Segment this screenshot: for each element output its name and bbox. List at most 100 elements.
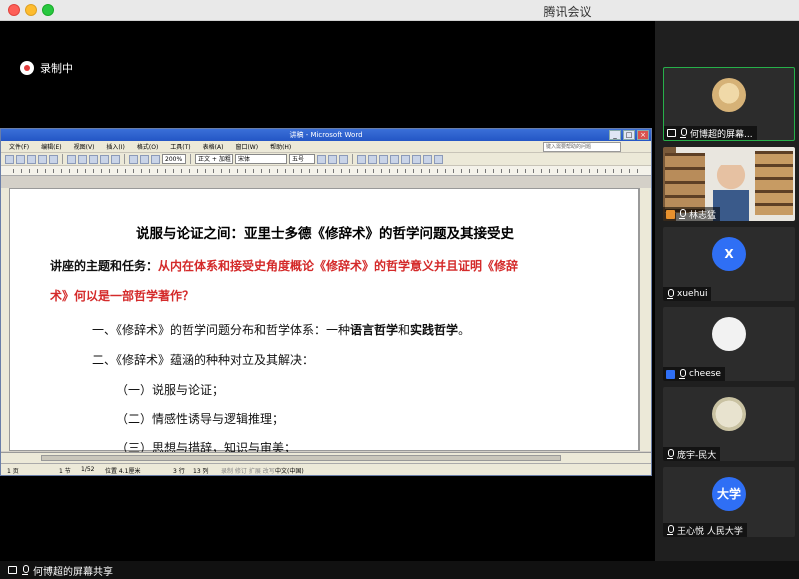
cartoon-avatar [712,317,746,351]
zoom-select[interactable]: 200% [162,154,186,164]
font-color-icon[interactable] [434,154,443,164]
numbering-icon[interactable] [401,154,410,164]
table-icon[interactable] [129,154,138,164]
bookshelf [755,151,793,215]
bold-icon[interactable] [317,154,326,164]
ruler[interactable] [1,166,651,176]
bullets-icon[interactable] [412,154,421,164]
theme-text-1: 从内在体系和接受史角度概论《修辞术》的哲学意义并且证明《修辞 [158,259,519,273]
participant-tile[interactable]: 庞宇-民大 [663,387,795,461]
toolbar-divider [62,154,63,164]
horizontal-scrollbar[interactable] [1,452,651,463]
tree-avatar [712,397,746,431]
theme-line-1: 讲座的主题和任务：从内在体系和接受史角度概论《修辞术》的哲学意义并且证明《修辞 [50,257,518,274]
word-status-bar: 1 页 1 节 1/52 位置 4.1厘米 3 行 13 列 录制 修订 扩展 … [1,463,651,475]
status-page: 1 页 [7,468,19,475]
justify-icon[interactable] [390,154,399,164]
align-center-icon[interactable] [368,154,377,164]
participant-tile[interactable]: 林志猛 [663,147,795,221]
screen-share-icon [8,566,17,574]
menu-file[interactable]: 文件(F) [9,142,29,151]
participant-name: cheese [689,369,721,379]
align-right-icon[interactable] [379,154,388,164]
cut-icon[interactable] [67,154,76,164]
screen-share-icon [667,129,676,137]
sub-item-2: （二）情感性诱导与逻辑推理； [116,412,285,426]
screen-share-bar[interactable]: 何博超的屏幕共享 [0,561,799,579]
toolbar-divider [190,154,191,164]
participant-tile[interactable]: 何博超的屏幕... [663,67,795,141]
status-modes: 录制 修订 扩展 改写 [221,468,275,475]
vertical-scrollbar[interactable] [639,188,651,451]
participant-name: xuehui [677,289,708,299]
word-minimize-button[interactable]: _ [609,130,621,140]
outline-item-1: 一、《修辞术》的哲学问题分布和哲学体系：一种语言哲学和实践哲学。 [92,321,470,338]
participant-tile[interactable]: 大学 王心悦 人民大学 [663,467,795,537]
microphone-icon [666,289,674,299]
microphone-icon [666,525,674,535]
menu-table[interactable]: 表格(A) [203,142,224,151]
menu-window[interactable]: 窗口(W) [235,142,258,151]
open-icon[interactable] [16,154,25,164]
participant-tile[interactable]: X xuehui [663,227,795,301]
italic-icon[interactable] [328,154,337,164]
participant-nameplate: cheese [663,367,725,381]
align-left-icon[interactable] [357,154,366,164]
participant-tile[interactable]: cheese [663,307,795,381]
word-close-button[interactable]: × [637,130,649,140]
word-menu-bar: 文件(F) 编辑(E) 视图(V) 插入(I) 格式(O) 工具(T) 表格(A… [1,141,651,153]
status-language: 中文(中国) [275,468,304,475]
record-icon [20,61,34,75]
underline-icon[interactable] [339,154,348,164]
vertical-ruler [1,188,9,451]
columns-icon[interactable] [140,154,149,164]
highlight-icon[interactable] [423,154,432,164]
print-icon[interactable] [38,154,47,164]
theme-line-2: 术》何以是一部哲学著作？ [50,287,194,304]
menu-view[interactable]: 视图(V) [74,142,95,151]
microphone-icon [666,449,674,459]
word-maximize-button[interactable]: □ [623,130,635,140]
document-title: 说服与论证之间：亚里士多德《修辞术》的哲学问题及其接受史 [136,226,514,242]
menu-insert[interactable]: 插入(I) [106,142,124,151]
menu-help[interactable]: 帮助(H) [270,142,291,151]
recording-label: 录制中 [40,62,73,75]
share-label: 何博超的屏幕共享 [33,566,113,578]
menu-edit[interactable]: 编辑(E) [41,142,61,151]
microphone-icon [679,128,687,138]
item1-text: 一、《修辞术》的哲学问题分布和哲学体系：一种 [92,323,351,337]
save-icon[interactable] [27,154,36,164]
status-row: 3 行 [173,468,185,475]
participants-panel: 何博超的屏幕... 林志猛 X xuehui cheese 庞宇-民大 大学 王… [655,21,799,561]
standard-toolbar: 200% 正文 + 加粗 宋体 五号 [1,153,651,166]
scroll-thumb[interactable] [41,455,561,461]
paste-icon[interactable] [89,154,98,164]
recording-indicator[interactable]: 录制中 [20,60,73,76]
help-search-input[interactable]: 键入需要帮助的问题 [543,142,621,152]
copy-icon[interactable] [78,154,87,164]
dog-avatar [712,78,746,112]
undo-icon[interactable] [100,154,109,164]
bookshelf [665,153,705,213]
initial-avatar: X [712,237,746,271]
outline-item-2: 二、《修辞术》蕴涵的种种对立及其解决： [92,353,315,367]
menu-tools[interactable]: 工具(T) [170,142,190,151]
status-pages: 1/52 [81,466,95,473]
meeting-window: 腾讯会议 录制中 讲稿 - Microsoft Word _ □ × 文件(F)… [0,0,799,579]
style-select[interactable]: 正文 + 加粗 [195,154,233,164]
word-title-bar: 讲稿 - Microsoft Word _ □ × [1,129,651,141]
preview-icon[interactable] [49,154,58,164]
font-select[interactable]: 宋体 [235,154,287,164]
user-icon [666,369,675,379]
menu-format[interactable]: 格式(O) [137,142,158,151]
app-title: 腾讯会议 [543,5,592,19]
document-page[interactable]: 说服与论证之间：亚里士多德《修辞术》的哲学问题及其接受史 讲座的主题和任务：从内… [9,188,639,475]
drawing-icon[interactable] [151,154,160,164]
participant-nameplate: 王心悦 人民大学 [663,523,747,537]
title-bar: 腾讯会议 [0,0,799,21]
font-size-select[interactable]: 五号 [289,154,315,164]
status-position: 位置 4.1厘米 [105,468,141,475]
participant-name: 庞宇-民大 [677,450,717,461]
redo-icon[interactable] [111,154,120,164]
new-doc-icon[interactable] [5,154,14,164]
